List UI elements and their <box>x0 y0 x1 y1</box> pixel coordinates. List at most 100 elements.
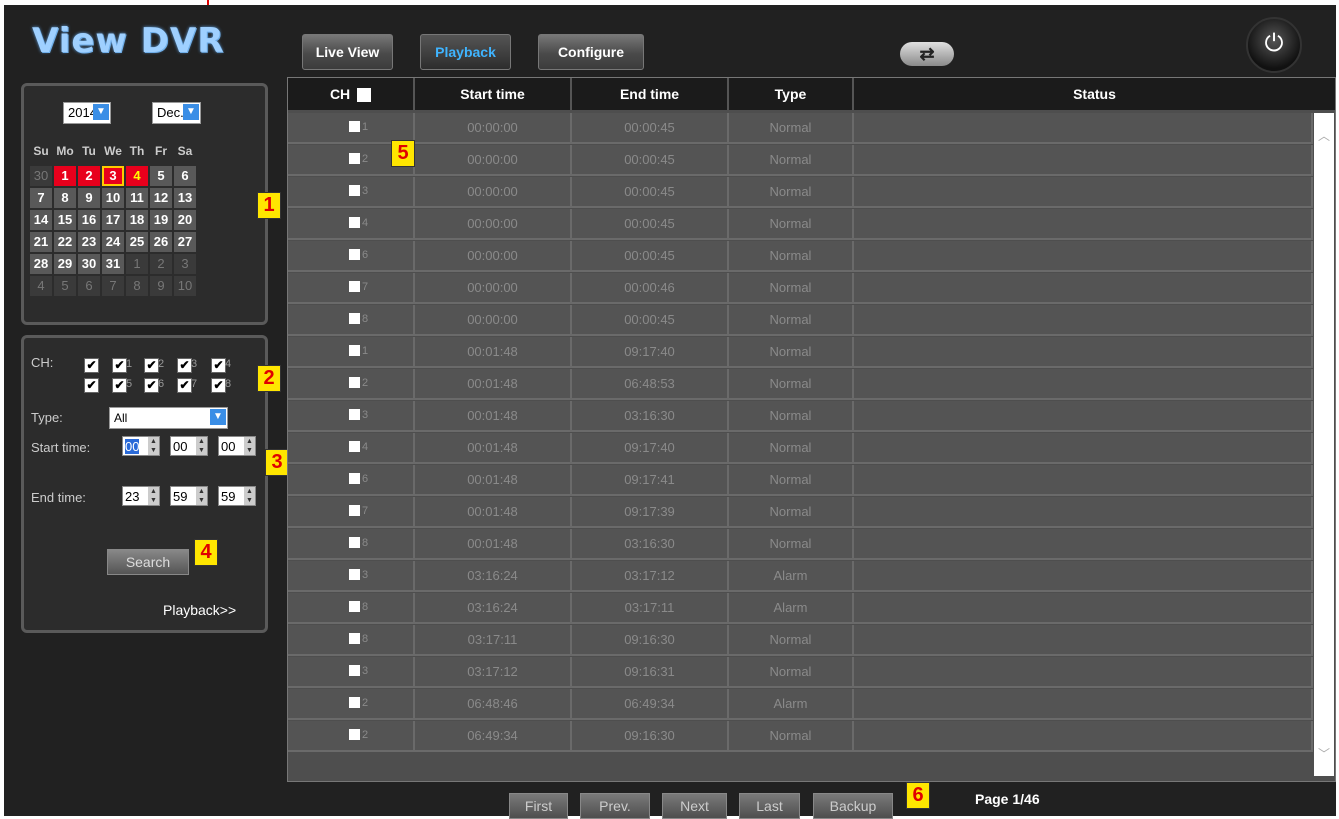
calendar-day[interactable]: 9 <box>150 276 172 296</box>
calendar-day[interactable]: 30 <box>78 254 100 274</box>
calendar-day[interactable]: 9 <box>78 188 100 208</box>
spinner-arrows-icon[interactable]: ▲ ▼ <box>196 487 207 505</box>
calendar-day[interactable]: 4 <box>30 276 52 296</box>
calendar-day[interactable]: 2 <box>78 166 100 186</box>
calendar-day[interactable]: 12 <box>150 188 172 208</box>
channel-7-checkbox[interactable]: ✔ <box>177 378 192 393</box>
calendar-day[interactable]: 11 <box>126 188 148 208</box>
table-row[interactable]: 8 00:01:48 03:16:30 Normal <box>288 529 1313 560</box>
row-checkbox[interactable] <box>349 281 360 292</box>
row-checkbox[interactable] <box>349 249 360 260</box>
calendar-day[interactable]: 27 <box>174 232 196 252</box>
prev-button[interactable]: Prev. <box>580 793 650 819</box>
playback-link[interactable]: Playback>> <box>163 602 236 618</box>
table-row[interactable]: 1 00:01:48 09:17:40 Normal <box>288 337 1313 368</box>
tab-live-view[interactable]: Live View <box>302 34 393 70</box>
channel-3-checkbox[interactable]: ✔ <box>177 358 192 373</box>
spinner-arrows-icon[interactable]: ▲ ▼ <box>148 437 159 455</box>
row-checkbox[interactable] <box>349 377 360 388</box>
calendar-day[interactable]: 24 <box>102 232 124 252</box>
channel-group-checkbox[interactable]: ✔ <box>84 378 99 393</box>
table-row[interactable]: 3 03:17:12 09:16:31 Normal <box>288 657 1313 688</box>
table-row[interactable]: 7 00:00:00 00:00:46 Normal <box>288 273 1313 304</box>
power-icon[interactable]: ⏻ <box>1246 17 1302 73</box>
table-row[interactable]: 4 00:01:48 09:17:40 Normal <box>288 433 1313 464</box>
start-second-stepper[interactable]: 00 ▲ ▼ <box>218 436 256 456</box>
table-row[interactable]: 7 00:01:48 09:17:39 Normal <box>288 497 1313 528</box>
calendar-day[interactable]: 10 <box>174 276 196 296</box>
row-checkbox[interactable] <box>349 217 360 228</box>
chevron-down-icon[interactable]: ▼ <box>93 104 109 120</box>
calendar-day[interactable]: 17 <box>102 210 124 230</box>
channel-2-checkbox[interactable]: ✔ <box>144 358 159 373</box>
scroll-up-icon[interactable]: ︿ <box>1318 127 1330 144</box>
channel-5-checkbox[interactable]: ✔ <box>112 378 127 393</box>
next-button[interactable]: Next <box>662 793 727 819</box>
row-checkbox[interactable] <box>349 505 360 516</box>
select-all-checkbox[interactable] <box>357 88 372 103</box>
backup-button[interactable]: Backup <box>813 793 893 819</box>
calendar-day[interactable]: 23 <box>78 232 100 252</box>
calendar-day[interactable]: 28 <box>30 254 52 274</box>
calendar-day[interactable]: 7 <box>30 188 52 208</box>
calendar-day[interactable]: 1 <box>54 166 76 186</box>
row-checkbox[interactable] <box>349 729 360 740</box>
channel-8-checkbox[interactable]: ✔ <box>211 378 226 393</box>
swap-arrows-icon[interactable]: ⇄ <box>900 42 954 66</box>
calendar-day[interactable]: 31 <box>102 254 124 274</box>
table-row[interactable]: 2 06:48:46 06:49:34 Alarm <box>288 689 1313 720</box>
calendar-day[interactable]: 8 <box>126 276 148 296</box>
row-checkbox[interactable] <box>349 633 360 644</box>
calendar-day[interactable]: 20 <box>174 210 196 230</box>
calendar-day[interactable]: 13 <box>174 188 196 208</box>
calendar-day[interactable]: 5 <box>54 276 76 296</box>
calendar-day[interactable]: 8 <box>54 188 76 208</box>
channel-6-checkbox[interactable]: ✔ <box>144 378 159 393</box>
row-checkbox[interactable] <box>349 697 360 708</box>
calendar-day[interactable]: 25 <box>126 232 148 252</box>
scroll-down-icon[interactable]: ﹀ <box>1318 745 1330 762</box>
channel-1-checkbox[interactable]: ✔ <box>112 358 127 373</box>
calendar-day[interactable]: 5 <box>150 166 172 186</box>
type-select[interactable]: All ▼ <box>109 407 228 429</box>
row-checkbox[interactable] <box>349 185 360 196</box>
row-checkbox[interactable] <box>349 473 360 484</box>
row-checkbox[interactable] <box>349 313 360 324</box>
chevron-down-icon[interactable]: ▼ <box>183 104 199 120</box>
end-second-stepper[interactable]: 59 ▲ ▼ <box>218 486 256 506</box>
start-hour-stepper[interactable]: 00 ▲ ▼ <box>122 436 160 456</box>
row-checkbox[interactable] <box>349 665 360 676</box>
calendar-day[interactable]: 15 <box>54 210 76 230</box>
chevron-down-icon[interactable]: ▼ <box>210 409 226 425</box>
table-row[interactable]: 3 00:00:00 00:00:45 Normal <box>288 177 1313 208</box>
row-checkbox[interactable] <box>349 569 360 580</box>
table-row[interactable]: 6 00:01:48 09:17:41 Normal <box>288 465 1313 496</box>
row-checkbox[interactable] <box>349 409 360 420</box>
first-button[interactable]: First <box>509 793 568 819</box>
calendar-day[interactable]: 3 <box>174 254 196 274</box>
table-row[interactable]: 3 00:01:48 03:16:30 Normal <box>288 401 1313 432</box>
calendar-day[interactable]: 16 <box>78 210 100 230</box>
table-row[interactable]: 8 03:16:24 03:17:11 Alarm <box>288 593 1313 624</box>
row-checkbox[interactable] <box>349 121 360 132</box>
table-row[interactable]: 6 00:00:00 00:00:45 Normal <box>288 241 1313 272</box>
calendar-day[interactable]: 3 <box>102 166 124 186</box>
spinner-arrows-icon[interactable]: ▲ ▼ <box>148 487 159 505</box>
channel-4-checkbox[interactable]: ✔ <box>211 358 226 373</box>
spinner-arrows-icon[interactable]: ▲ ▼ <box>196 437 207 455</box>
row-checkbox[interactable] <box>349 601 360 612</box>
calendar-day[interactable]: 2 <box>150 254 172 274</box>
scrollbar[interactable]: ︿ ﹀ <box>1314 113 1334 776</box>
table-row[interactable]: 8 00:00:00 00:00:45 Normal <box>288 305 1313 336</box>
calendar-day[interactable]: 18 <box>126 210 148 230</box>
end-hour-stepper[interactable]: 23 ▲ ▼ <box>122 486 160 506</box>
end-minute-stepper[interactable]: 59 ▲ ▼ <box>170 486 208 506</box>
search-button[interactable]: Search <box>107 549 189 575</box>
calendar-day[interactable]: 1 <box>126 254 148 274</box>
row-checkbox[interactable] <box>349 537 360 548</box>
calendar-day[interactable]: 10 <box>102 188 124 208</box>
calendar-day[interactable]: 29 <box>54 254 76 274</box>
calendar-day[interactable]: 7 <box>102 276 124 296</box>
last-button[interactable]: Last <box>739 793 800 819</box>
table-row[interactable]: 3 03:16:24 03:17:12 Alarm <box>288 561 1313 592</box>
